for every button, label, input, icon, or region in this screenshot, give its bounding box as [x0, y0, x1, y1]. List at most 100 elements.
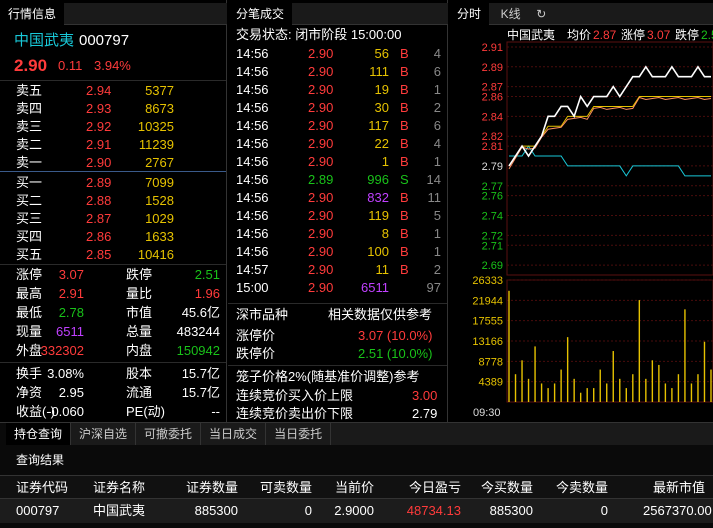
order-level[interactable]: 买四 2.86 1633 — [0, 228, 226, 246]
trade-volume: 8 — [381, 226, 389, 241]
column-header[interactable]: 今日盈亏 — [401, 476, 461, 500]
order-level[interactable]: 买三 2.87 1029 — [0, 210, 226, 228]
level-label: 买三 — [16, 211, 43, 226]
trade-count: 11 — [427, 190, 442, 205]
order-level[interactable]: 卖四 2.93 8673 — [0, 100, 226, 118]
table-cell: 2.9000 — [334, 503, 374, 518]
trade-price: 2.90 — [308, 82, 334, 97]
stock-name: 中国武夷 — [14, 32, 75, 49]
buy-limit-label: 连续竞价买入价上限 — [236, 388, 354, 403]
trade-row[interactable]: 14:56 2.90 1 B 1 — [228, 153, 447, 171]
intraday-chart[interactable]: 2.912.892.872.862.842.822.812.792.772.76… — [449, 40, 713, 420]
level-price: 2.85 — [86, 247, 112, 262]
trade-price: 2.90 — [308, 208, 334, 223]
trade-row[interactable]: 14:56 2.90 56 B 4 — [228, 45, 447, 63]
order-level[interactable]: 买一 2.89 7099 — [0, 174, 226, 192]
order-level[interactable]: 买五 2.85 10416 — [0, 246, 226, 264]
order-level[interactable]: 卖二 2.91 11239 — [0, 136, 226, 154]
trade-row[interactable]: 14:56 2.89 996 S 14 — [228, 171, 447, 189]
trade-count: 5 — [433, 208, 441, 223]
order-level[interactable]: 卖一 2.90 2767 — [0, 154, 226, 172]
stat-label: 量比 — [126, 286, 153, 301]
stat-value: 332302 — [40, 343, 84, 358]
column-header[interactable]: 证券名称 — [93, 476, 173, 500]
table-cell: 48734.13 — [406, 503, 461, 518]
trade-count: 97 — [426, 280, 441, 295]
avg-line-2 — [508, 96, 712, 170]
limit-down-label: 跌停价 — [236, 346, 276, 361]
trade-row[interactable]: 14:56 2.90 111 B 6 — [228, 63, 447, 81]
tab-bottom-3[interactable]: 当日成交 — [201, 423, 267, 445]
trade-volume: 11 — [375, 262, 390, 277]
stat-value: 3.08% — [47, 366, 84, 381]
quote-tabbar: 行情信息 — [0, 3, 227, 25]
column-header[interactable]: 最新市值 — [643, 476, 705, 500]
trade-row[interactable]: 14:57 2.90 11 B 2 — [228, 261, 447, 279]
stat-label: 内盘 — [126, 343, 153, 358]
column-header[interactable]: 当前价 — [330, 476, 374, 500]
market-note: 相关数据仅供参考 — [328, 307, 433, 322]
tab-intraday[interactable]: 分时 — [449, 3, 490, 25]
table-cell: 885300 — [489, 503, 533, 518]
trade-price: 2.90 — [308, 118, 334, 133]
trade-row[interactable]: 14:56 2.90 117 B 6 — [228, 117, 447, 135]
stat-row: 现量 6511 总量 483244 — [0, 323, 226, 341]
trade-row[interactable]: 15:00 2.90 6511 97 — [228, 279, 447, 297]
stat-label: 涨停 — [16, 267, 43, 282]
level-volume: 5377 — [145, 83, 174, 98]
level-price: 2.92 — [86, 119, 112, 134]
column-header[interactable]: 证券数量 — [180, 476, 238, 500]
volume-area — [506, 279, 713, 403]
stat-value: 483244 — [176, 324, 220, 339]
trade-side: S — [400, 172, 409, 187]
stat-label: PE(动) — [126, 404, 166, 419]
trade-time: 14:56 — [236, 100, 269, 115]
trade-count: 4 — [433, 46, 441, 61]
column-header[interactable]: 今卖数量 — [548, 476, 608, 500]
price-tick-label: 2.89 — [482, 62, 503, 74]
tab-kline[interactable]: K线 — [493, 3, 529, 25]
bottom-tabbar: 持仓查询 沪深自选 可撤委托 当日成交 当日委托 — [6, 423, 713, 445]
trade-price: 2.90 — [308, 100, 334, 115]
tab-bottom-2[interactable]: 可撤委托 — [136, 423, 202, 445]
price-tick-label: 2.91 — [482, 42, 503, 54]
tab-bottom-0[interactable]: 持仓查询 — [6, 423, 72, 445]
trade-side: B — [400, 190, 409, 205]
trade-row[interactable]: 14:56 2.90 30 B 2 — [228, 99, 447, 117]
stat-value: 2.51 — [194, 267, 220, 282]
tab-quote-info[interactable]: 行情信息 — [0, 3, 65, 25]
trade-volume: 996 — [367, 172, 389, 187]
trade-time: 14:56 — [236, 64, 269, 79]
tab-tick-trades[interactable]: 分笔成交 — [228, 3, 293, 25]
column-header[interactable]: 可卖数量 — [258, 476, 312, 500]
tab-bottom-1[interactable]: 沪深自选 — [71, 423, 137, 445]
stat-value: 3.07 — [58, 267, 84, 282]
order-level[interactable]: 买二 2.88 1528 — [0, 192, 226, 210]
trade-row[interactable]: 14:56 2.90 100 B 1 — [228, 243, 447, 261]
stat-value: 45.6亿 — [181, 305, 220, 320]
level-volume: 11239 — [138, 137, 174, 152]
level-volume: 8673 — [145, 101, 174, 116]
limit-up-value: 3.07 (10.0%) — [358, 328, 433, 343]
order-level[interactable]: 卖三 2.92 10325 — [0, 118, 226, 136]
level-label: 卖四 — [16, 101, 43, 116]
tab-bottom-4[interactable]: 当日委托 — [266, 423, 332, 445]
table-row[interactable]: 000797 中国武夷 885300 0 2.9000 48734.13 885300 0 25… — [0, 499, 713, 523]
trade-side: B — [400, 262, 409, 277]
table-cell: 0 — [600, 503, 608, 518]
quote-panel: 行情信息 中国武夷 000797 2.90 0.11 3.94% 卖五 2.94 5… — [0, 0, 227, 422]
trade-row[interactable]: 14:56 2.90 19 B 1 — [228, 81, 447, 99]
trade-row[interactable]: 14:56 2.90 119 B 5 — [228, 207, 447, 225]
stat-row: 最高 2.91 量比 1.96 — [0, 285, 226, 303]
column-header[interactable]: 证券代码 — [16, 476, 86, 500]
trade-row[interactable]: 14:56 2.90 8 B 1 — [228, 225, 447, 243]
trade-row[interactable]: 14:56 2.90 22 B 4 — [228, 135, 447, 153]
holdings-table: 证券代码 证券名称 证券数量 可卖数量 当前价 今日盈亏 今买数量 今卖数量 最新市值 0007… — [0, 475, 713, 523]
limit-up-label: 涨停价 — [236, 328, 276, 343]
order-level[interactable]: 卖五 2.94 5377 — [0, 82, 226, 100]
trade-row[interactable]: 14:56 2.90 832 B 11 — [228, 189, 447, 207]
column-header[interactable]: 今买数量 — [477, 476, 533, 500]
trade-count: 2 — [433, 262, 441, 277]
refresh-icon[interactable]: ↻ — [532, 3, 550, 25]
level-price: 2.86 — [86, 229, 112, 244]
